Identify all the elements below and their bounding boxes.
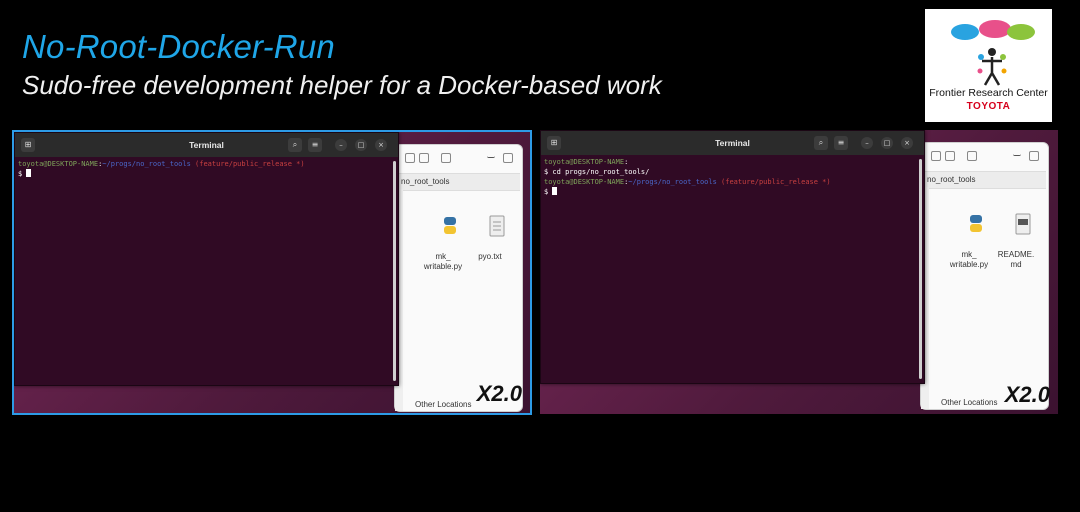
- files-toolbar: [395, 145, 522, 173]
- playback-speed-label: X2.0: [476, 381, 522, 406]
- file-item[interactable]: README. md: [996, 203, 1036, 290]
- prompt-branch: (feature/public_release *): [716, 178, 831, 186]
- file-item[interactable]: mk_ writable.py: [423, 205, 463, 292]
- terminal-window[interactable]: ⊞ Terminal ⌕ ≡ – □ × toyota@DESKTOP-NAME…: [14, 132, 399, 386]
- maximize-icon[interactable]: □: [881, 137, 893, 149]
- toyota-frontier-logo: Frontier Research Center TOYOTA: [925, 9, 1052, 122]
- demo-panel-left: no_root_tools mk_ writable.py pyo.txt Ot…: [12, 130, 532, 415]
- prompt-branch: (feature/public_release *): [190, 160, 305, 168]
- menu-icon[interactable]: ≡: [308, 138, 322, 152]
- playback-speed-label: X2.0: [1004, 382, 1050, 407]
- terminal-command: $ cd progs/no_root_tools/: [544, 168, 650, 176]
- view-list-button[interactable]: [405, 153, 415, 163]
- logo-figure-icon: [977, 48, 1007, 86]
- files-window: no_root_tools mk_ writable.py pyo.txt Ot…: [394, 144, 523, 412]
- file-name: README. md: [997, 250, 1035, 269]
- terminal-line: toyota@DESKTOP-NAME:~/progs/no_root_tool…: [544, 177, 916, 187]
- view-toggle-button[interactable]: [419, 153, 429, 163]
- minimize-icon[interactable]: [487, 153, 495, 158]
- prompt-user: toyota@DESKTOP-NAME: [18, 160, 99, 168]
- search-icon[interactable]: ⌕: [288, 138, 302, 152]
- python-file-icon: [443, 217, 456, 234]
- page-title: No-Root-Docker-Run: [22, 28, 335, 65]
- demo-panel-right: no_root_tools mk_ writable.py README. md…: [540, 130, 1058, 414]
- terminal-line: $: [544, 187, 916, 197]
- logo-brand: TOYOTA: [966, 101, 1011, 112]
- terminal-scrollbar[interactable]: [919, 159, 922, 379]
- files-window: no_root_tools mk_ writable.py README. md…: [920, 142, 1049, 410]
- terminal-window[interactable]: ⊞ Terminal ⌕ ≡ – □ × toyota@DESKTOP-NAME…: [540, 130, 925, 384]
- file-item[interactable]: pyo.txt: [470, 205, 510, 282]
- file-name: mk_ writable.py: [423, 252, 463, 271]
- sidebar-item-other-locations[interactable]: Other Locations: [941, 398, 997, 407]
- terminal-line: $: [18, 169, 390, 179]
- python-file-icon: [969, 215, 982, 232]
- minimize-icon[interactable]: [1013, 151, 1021, 156]
- prompt-path: ~/progs/no_root_tools: [628, 178, 717, 186]
- files-toolbar: [921, 143, 1048, 171]
- page-subtitle: Sudo-free development helper for a Docke…: [22, 70, 662, 100]
- prompt-user: toyota@DESKTOP-NAME: [544, 158, 625, 166]
- prompt-symbol: $: [544, 188, 553, 196]
- files-path-bar[interactable]: no_root_tools: [397, 173, 520, 191]
- view-list-button[interactable]: [931, 151, 941, 161]
- prompt-path: ~/progs/no_root_tools: [102, 160, 191, 168]
- terminal-line: toyota@DESKTOP-NAME:: [544, 157, 916, 167]
- maximize-icon[interactable]: [1029, 151, 1039, 161]
- terminal-output[interactable]: toyota@DESKTOP-NAME:~/progs/no_root_tool…: [18, 159, 390, 383]
- file-name: mk_ writable.py: [949, 250, 989, 269]
- maximize-icon[interactable]: □: [355, 139, 367, 151]
- sidebar-item-other-locations[interactable]: Other Locations: [415, 400, 471, 409]
- close-icon[interactable]: ×: [901, 137, 913, 149]
- files-path-bar[interactable]: no_root_tools: [923, 171, 1046, 189]
- prompt-separator: :: [624, 158, 629, 166]
- maximize-icon[interactable]: [503, 153, 513, 163]
- file-name: pyo.txt: [478, 252, 502, 261]
- view-toggle-button[interactable]: [945, 151, 955, 161]
- terminal-line: $ cd progs/no_root_tools/: [544, 167, 916, 177]
- markdown-file-icon: [1015, 213, 1031, 235]
- terminal-scrollbar[interactable]: [393, 161, 396, 381]
- prompt-symbol: $: [18, 170, 27, 178]
- minimize-icon[interactable]: –: [335, 139, 347, 151]
- terminal-line: toyota@DESKTOP-NAME:~/progs/no_root_tool…: [18, 159, 390, 169]
- close-icon[interactable]: ×: [375, 139, 387, 151]
- menu-button[interactable]: [967, 151, 977, 161]
- text-file-icon: [489, 215, 505, 237]
- menu-icon[interactable]: ≡: [834, 136, 848, 150]
- prompt-user: toyota@DESKTOP-NAME: [544, 178, 625, 186]
- text-cursor: [26, 169, 32, 177]
- text-cursor: [552, 187, 558, 195]
- terminal-output[interactable]: toyota@DESKTOP-NAME: $ cd progs/no_root_…: [544, 157, 916, 381]
- menu-button[interactable]: [441, 153, 451, 163]
- logo-bubbles-icon: [951, 20, 1035, 40]
- search-icon[interactable]: ⌕: [814, 136, 828, 150]
- file-item[interactable]: mk_ writable.py: [949, 203, 989, 290]
- minimize-icon[interactable]: –: [861, 137, 873, 149]
- logo-text: Frontier Research Center: [929, 87, 1048, 99]
